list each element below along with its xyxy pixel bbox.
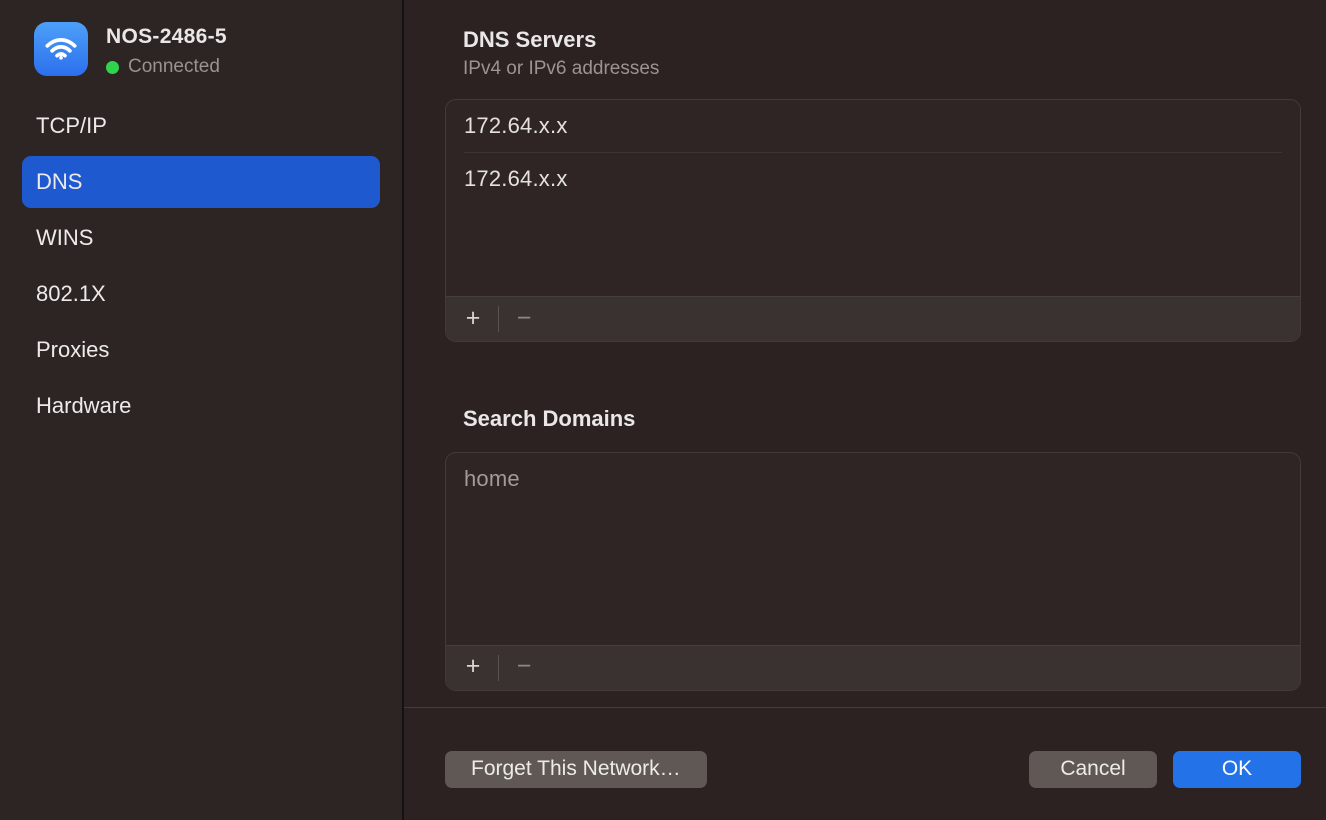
cancel-button[interactable]: Cancel (1029, 751, 1157, 788)
ok-button[interactable]: OK (1173, 751, 1301, 788)
toolbar-divider (498, 655, 499, 681)
sidebar-item-wins[interactable]: WINS (22, 212, 380, 264)
wifi-icon (34, 22, 88, 76)
dns-servers-section: DNS Servers IPv4 or IPv6 addresses 172.6… (445, 27, 1301, 342)
connection-status-label: Connected (128, 56, 220, 78)
remove-dns-server-button[interactable]: − (509, 304, 539, 334)
add-search-domain-button[interactable]: + (458, 653, 488, 683)
sidebar: NOS-2486-5 Connected TCP/IP DNS WINS 802… (0, 0, 404, 820)
search-domains-section: Search Domains home + − (445, 406, 1301, 690)
sidebar-item-8021x[interactable]: 802.1X (22, 268, 380, 320)
dialog-actions: Forget This Network… Cancel OK (445, 751, 1301, 788)
sidebar-nav: TCP/IP DNS WINS 802.1X Proxies Hardware (22, 100, 380, 436)
dns-servers-title: DNS Servers (463, 27, 1301, 53)
details-pane: DNS Servers IPv4 or IPv6 addresses 172.6… (404, 0, 1326, 820)
dns-server-row[interactable]: 172.64.x.x (446, 100, 1300, 152)
search-domains-listbox: home + − (445, 452, 1301, 691)
dns-servers-toolbar: + − (446, 296, 1300, 341)
forget-network-button[interactable]: Forget This Network… (445, 751, 707, 788)
connected-status-dot (106, 61, 119, 74)
sidebar-item-tcpip[interactable]: TCP/IP (22, 100, 380, 152)
search-domains-toolbar: + − (446, 645, 1300, 690)
footer-separator (404, 707, 1326, 708)
network-details-window: NOS-2486-5 Connected TCP/IP DNS WINS 802… (0, 0, 1326, 820)
sidebar-item-hardware[interactable]: Hardware (22, 380, 380, 432)
connection-status: Connected (106, 56, 227, 78)
dns-server-row[interactable]: 172.64.x.x (446, 153, 1300, 205)
sidebar-item-proxies[interactable]: Proxies (22, 324, 380, 376)
dns-servers-subtitle: IPv4 or IPv6 addresses (463, 58, 1301, 80)
toolbar-divider (498, 306, 499, 332)
add-dns-server-button[interactable]: + (458, 304, 488, 334)
search-domain-row[interactable]: home (446, 453, 1300, 505)
dns-servers-listbox: 172.64.x.x 172.64.x.x + − (445, 99, 1301, 342)
remove-search-domain-button[interactable]: − (509, 653, 539, 683)
connection-header: NOS-2486-5 Connected (22, 22, 380, 78)
sidebar-item-dns[interactable]: DNS (22, 156, 380, 208)
network-name: NOS-2486-5 (106, 25, 227, 49)
search-domains-title: Search Domains (463, 406, 1301, 432)
